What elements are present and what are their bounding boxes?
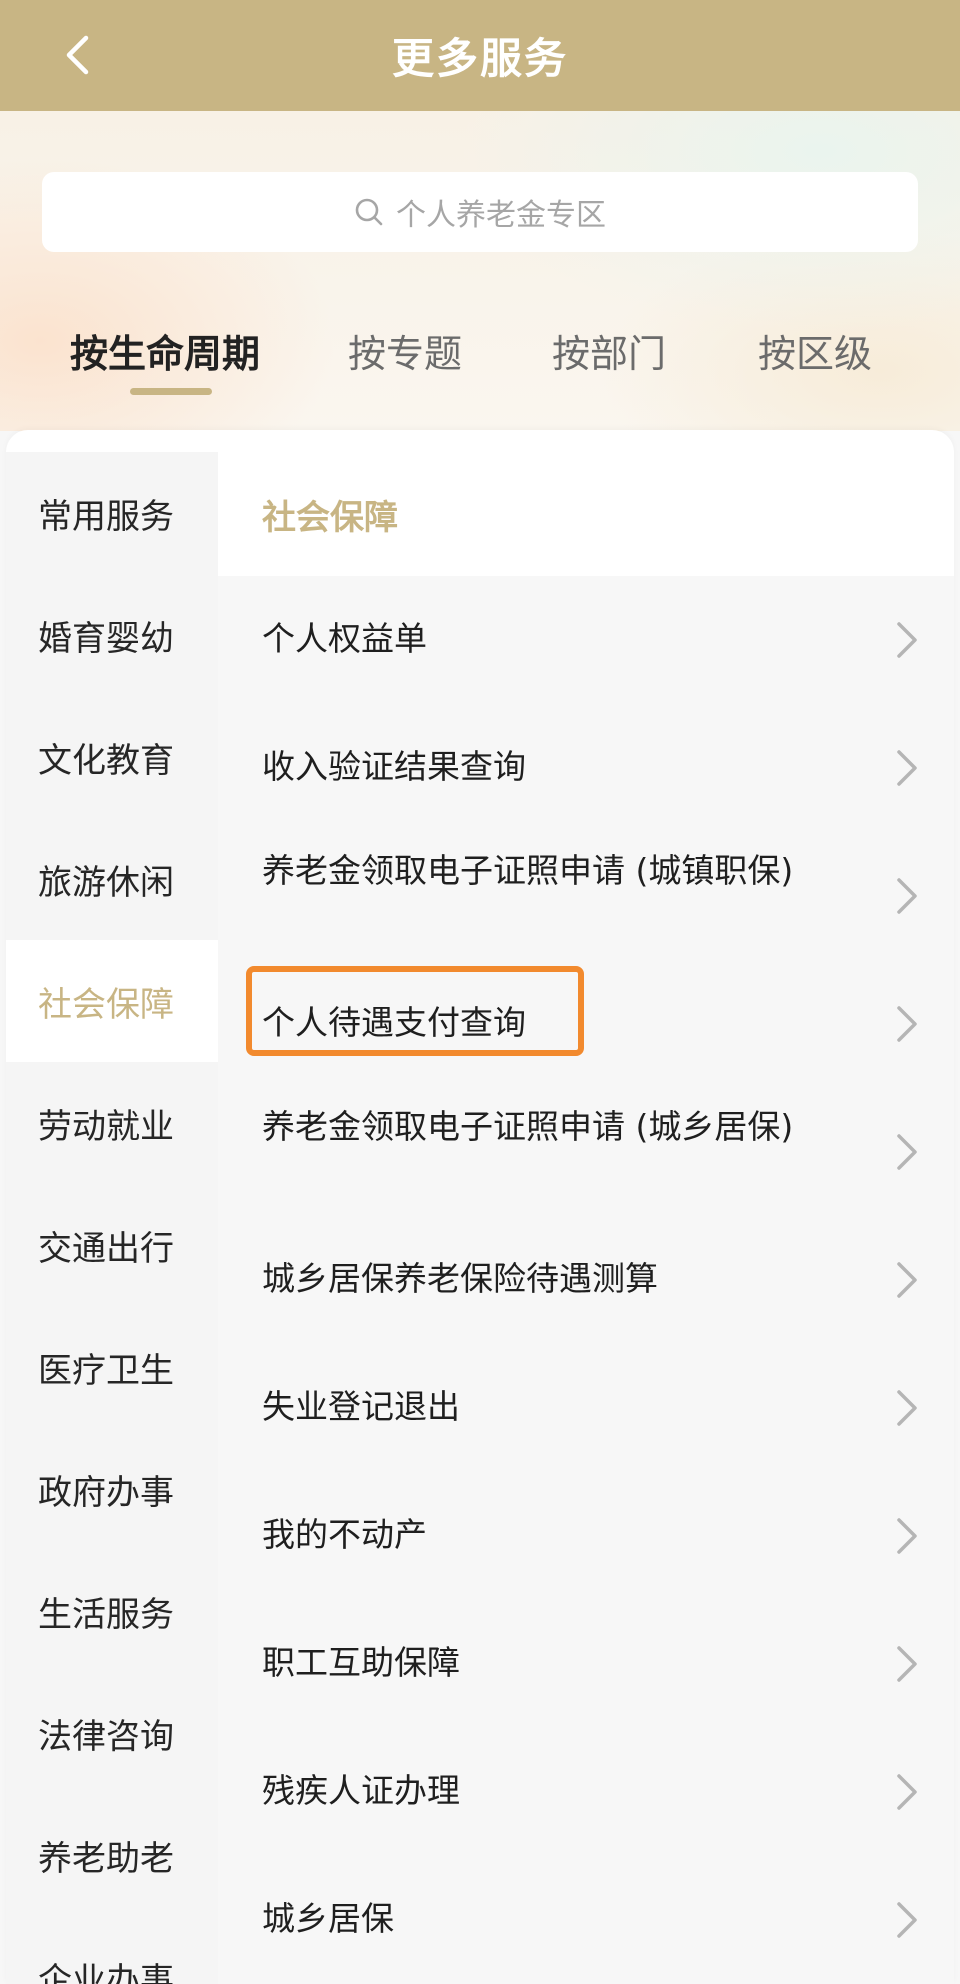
sidebar-item-travel[interactable]: 旅游休闲 xyxy=(6,818,218,940)
sidebar-item-marriage[interactable]: 婚育婴幼 xyxy=(6,574,218,696)
service-label: 职工互助保障 xyxy=(262,1643,460,1682)
service-item-pension-certificate-urban[interactable]: 养老金领取电子证照申请 (城镇职保) xyxy=(218,832,954,960)
chevron-right-icon xyxy=(897,750,917,786)
sidebar-item-government[interactable]: 政府办事 xyxy=(6,1428,218,1550)
service-label: 收入验证结果查询 xyxy=(262,747,526,786)
service-label: 我的不动产 xyxy=(262,1515,427,1554)
service-item-rights-statement[interactable]: 个人权益单 xyxy=(218,576,954,704)
chevron-left-icon xyxy=(66,35,89,75)
service-item-my-property[interactable]: 我的不动产 xyxy=(218,1472,954,1600)
active-tab-indicator xyxy=(130,388,212,395)
service-list: 个人权益单 收入验证结果查询 养老金领取电子证照申请 (城镇职保) 个人待遇支付… xyxy=(218,576,954,1984)
search-icon xyxy=(355,198,383,226)
service-label: 个人待遇支付查询 xyxy=(262,1003,526,1042)
search-input[interactable]: 个人养老金专区 xyxy=(42,172,918,252)
chevron-right-icon xyxy=(897,1006,917,1042)
service-label: 残疾人证办理 xyxy=(262,1771,460,1810)
chevron-right-icon xyxy=(897,622,917,658)
tab-life-cycle[interactable]: 按生命周期 xyxy=(70,320,260,380)
sidebar-item-education[interactable]: 文化教育 xyxy=(6,696,218,818)
service-label: 城乡居保养老保险待遇测算 xyxy=(262,1259,658,1298)
service-label: 养老金领取电子证照申请 (城乡居保) xyxy=(262,1107,794,1146)
sidebar-item-transport[interactable]: 交通出行 xyxy=(6,1184,218,1306)
services-panel: 常用服务 婚育婴幼 文化教育 旅游休闲 社会保障 劳动就业 交通出行 医疗卫生 … xyxy=(6,430,954,1984)
service-item-benefit-calculation[interactable]: 城乡居保养老保险待遇测算 xyxy=(218,1216,954,1344)
chevron-right-icon xyxy=(897,1774,917,1810)
sidebar-item-life[interactable]: 生活服务 xyxy=(6,1550,218,1672)
sidebar-item-enterprise[interactable]: 企业办事 xyxy=(6,1916,218,1984)
tab-district[interactable]: 按区级 xyxy=(758,320,872,380)
service-item-disability-card[interactable]: 残疾人证办理 xyxy=(218,1728,954,1856)
service-label: 城乡居保 xyxy=(262,1899,394,1938)
chevron-right-icon xyxy=(897,1134,917,1170)
service-label: 失业登记退出 xyxy=(262,1387,460,1426)
service-item-unemployment-exit[interactable]: 失业登记退出 xyxy=(218,1344,954,1472)
back-button[interactable] xyxy=(52,30,102,80)
service-label: 养老金领取电子证照申请 (城镇职保) xyxy=(262,851,794,890)
sidebar-item-employment[interactable]: 劳动就业 xyxy=(6,1062,218,1184)
chevron-right-icon xyxy=(897,1646,917,1682)
chevron-right-icon xyxy=(897,878,917,914)
sidebar-item-medical[interactable]: 医疗卫生 xyxy=(6,1306,218,1428)
service-list-area: 社会保障 个人权益单 收入验证结果查询 养老金领取电子证照申请 (城镇职保) 个… xyxy=(218,430,954,1984)
sidebar-item-common[interactable]: 常用服务 xyxy=(6,452,218,574)
sidebar-item-legal[interactable]: 法律咨询 xyxy=(6,1672,218,1794)
search-placeholder: 个人养老金专区 xyxy=(396,198,606,233)
chevron-right-icon xyxy=(897,1262,917,1298)
section-title: 社会保障 xyxy=(218,452,954,576)
top-bar: 更多服务 xyxy=(0,0,960,111)
sidebar-item-social-security[interactable]: 社会保障 xyxy=(6,940,218,1062)
tab-department[interactable]: 按部门 xyxy=(552,320,666,380)
page-title: 更多服务 xyxy=(391,34,568,83)
sidebar-item-elderly[interactable]: 养老助老 xyxy=(6,1794,218,1916)
chevron-right-icon xyxy=(897,1902,917,1938)
service-item-income-verification[interactable]: 收入验证结果查询 xyxy=(218,704,954,832)
chevron-right-icon xyxy=(897,1518,917,1554)
service-item-payment-query[interactable]: 个人待遇支付查询 xyxy=(218,960,954,1088)
service-item-mutual-aid[interactable]: 职工互助保障 xyxy=(218,1600,954,1728)
service-item-rural-insurance[interactable]: 城乡居保 xyxy=(218,1856,954,1984)
service-item-pension-certificate-rural[interactable]: 养老金领取电子证照申请 (城乡居保) xyxy=(218,1088,954,1216)
chevron-right-icon xyxy=(897,1390,917,1426)
category-sidebar: 常用服务 婚育婴幼 文化教育 旅游休闲 社会保障 劳动就业 交通出行 医疗卫生 … xyxy=(6,452,218,1984)
service-label: 个人权益单 xyxy=(262,619,427,658)
tab-topic[interactable]: 按专题 xyxy=(348,320,462,380)
